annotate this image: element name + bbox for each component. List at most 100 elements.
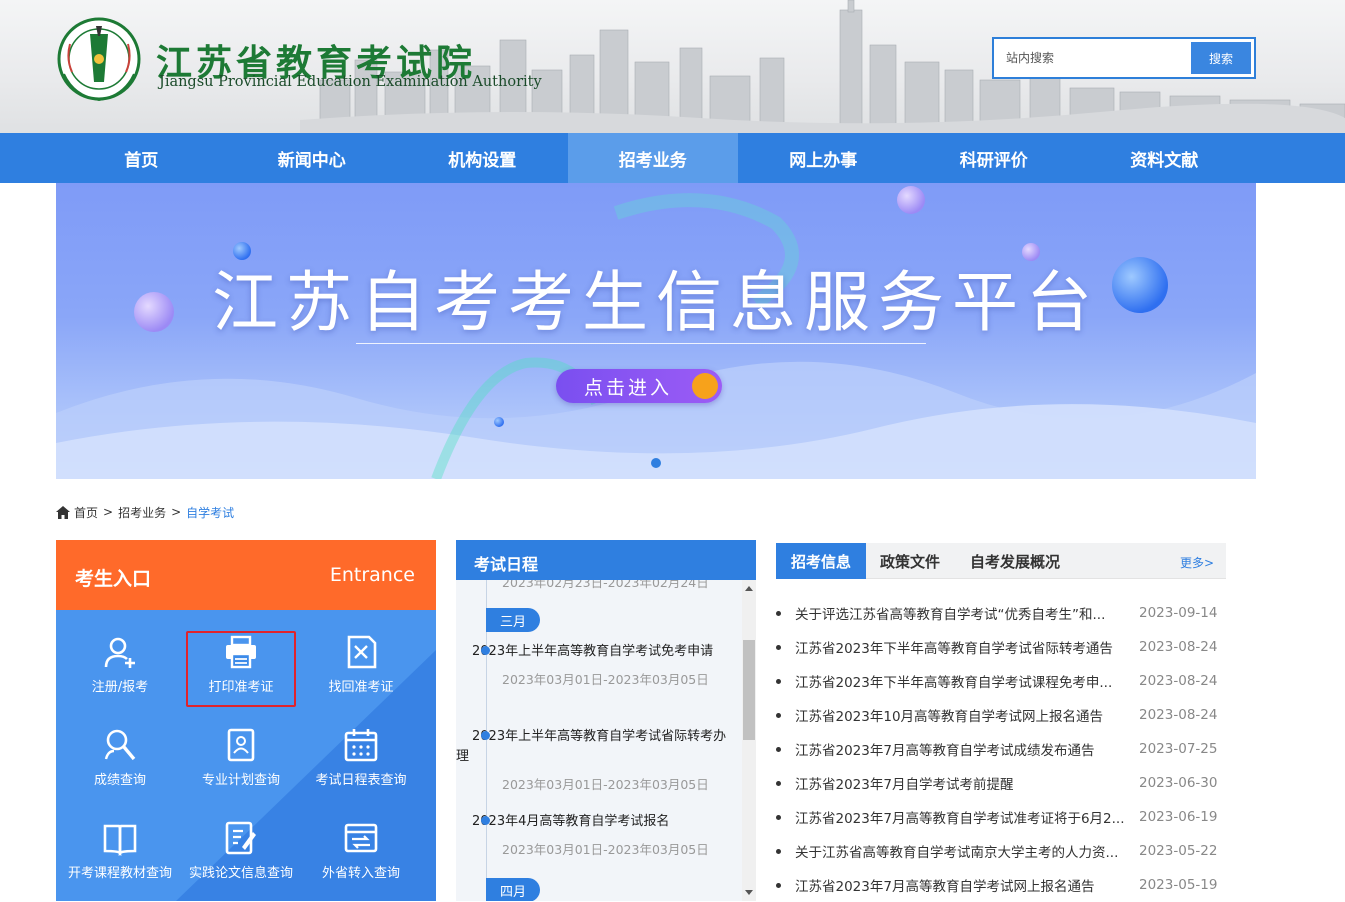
banner-divider [356, 343, 926, 344]
news-title: 江苏省2023年7月高等教育自学考试准考证将于6月2... [795, 811, 1125, 827]
nav-item-online-services[interactable]: 网上办事 [738, 133, 909, 183]
bullet-icon [776, 712, 781, 718]
news-date: 2023-06-19 [1139, 809, 1218, 825]
news-title: 江苏省2023年7月自学考试考前提醒 [795, 777, 1014, 793]
news-item[interactable]: 江苏省2023年下半年高等教育自学考试课程免考申... 2023-08-24 [776, 664, 1226, 698]
news-date: 2023-08-24 [1139, 673, 1218, 689]
breadcrumb-separator: > [103, 505, 114, 519]
schedule-scrollbar[interactable] [742, 580, 756, 901]
news-item[interactable]: 关于评选江苏省高等教育自学考试“优秀自考生”和... 2023-09-14 [776, 596, 1226, 630]
promo-banner[interactable]: 江苏自考考生信息服务平台 点击进入 [56, 183, 1256, 479]
schedule-date: 2023年03月01日-2023年03月05日 [502, 672, 709, 687]
bullet-icon [776, 678, 781, 684]
bullet-icon [776, 746, 781, 752]
news-item[interactable]: 江苏省2023年7月高等教育自学考试成绩发布通告 2023-07-25 [776, 732, 1226, 766]
schedule-item-title: 2023年4月高等教育自学考试报名 [472, 814, 670, 829]
schedule-item-title: 2023年上半年高等教育自学考试省际转考办理 [456, 729, 727, 764]
news-title: 关于评选江苏省高等教育自学考试“优秀自考生”和... [795, 607, 1106, 623]
news-title: 江苏省2023年下半年高等教育自学考试省际转考通告 [795, 641, 1113, 657]
tab-development-overview[interactable]: 自考发展概况 [970, 543, 1060, 579]
entry-exam-schedule-query[interactable]: 考试日程表查询 [301, 721, 421, 801]
scroll-thumb[interactable] [743, 640, 755, 740]
tab-policy-documents[interactable]: 政策文件 [880, 543, 940, 579]
print-ticket-highlight [186, 631, 296, 707]
entry-transfer-in-query[interactable]: 外省转入查询 [301, 814, 421, 894]
candidate-entrance-panel: 考生入口 Entrance 注册/报考 打印准考证 找回准考证 成绩查询 专业计… [56, 540, 436, 901]
news-title: 江苏省2023年7月高等教育自学考试成绩发布通告 [795, 743, 1095, 759]
enter-platform-button[interactable]: 点击进入 [556, 369, 722, 403]
more-link[interactable]: 更多> [1180, 554, 1214, 571]
news-item[interactable]: 江苏省2023年10月高等教育自学考试网上报名通告 2023-08-24 [776, 698, 1226, 732]
news-panel: 招考信息 政策文件 自考发展概况 更多> 关于评选江苏省高等教育自学考试“优秀自… [776, 540, 1226, 901]
nav-item-research[interactable]: 科研评价 [909, 133, 1080, 183]
tab-admission-info[interactable]: 招考信息 [776, 543, 867, 579]
enter-dot-icon [692, 373, 718, 399]
news-date: 2023-06-30 [1139, 775, 1218, 791]
news-date: 2023-09-14 [1139, 605, 1218, 621]
bullet-icon [776, 780, 781, 786]
entry-recover-admission-ticket[interactable]: 找回准考证 [301, 628, 421, 708]
nav-item-admissions[interactable]: 招考业务 [567, 133, 738, 183]
nav-item-home[interactable]: 首页 [56, 133, 227, 183]
nav-item-organization[interactable]: 机构设置 [397, 133, 568, 183]
entry-score-query[interactable]: 成绩查询 [60, 721, 180, 801]
bullet-icon [776, 610, 781, 616]
entry-label: 专业计划查询 [201, 773, 280, 788]
enter-button-label: 点击进入 [584, 376, 673, 399]
month-tag: 四月 [486, 878, 541, 901]
schedule-list: 2023年02月23日-2023年02月24日 三月 2023年上半年高等教育自… [456, 580, 742, 901]
entry-course-textbook-query[interactable]: 开考课程教材查询 [60, 814, 180, 894]
news-date: 2023-05-22 [1139, 843, 1218, 859]
schedule-item[interactable]: 2023年4月高等教育自学考试报名 2023年03月01日-2023年03月05… [472, 812, 736, 858]
breadcrumb-current[interactable]: 自学考试 [186, 504, 234, 521]
bullet-icon [776, 882, 781, 888]
banner-title: 江苏自考考生信息服务平台 [212, 264, 1100, 341]
breadcrumb-home[interactable]: 首页 [74, 504, 98, 521]
news-item[interactable]: 江苏省2023年7月自学考试考前提醒 2023-06-30 [776, 766, 1226, 800]
schedule-date: 2023年03月01日-2023年03月05日 [502, 842, 709, 857]
search-button[interactable]: 搜索 [1191, 42, 1251, 74]
news-tabs: 招考信息 政策文件 自考发展概况 更多> [776, 543, 1226, 579]
entrance-title: 考生入口 [75, 568, 152, 590]
timeline-dot [481, 731, 490, 740]
news-date: 2023-08-24 [1139, 639, 1218, 655]
news-title: 江苏省2023年7月高等教育自学考试网上报名通告 [795, 879, 1095, 895]
news-date: 2023-05-19 [1139, 877, 1218, 893]
user-add-icon [104, 637, 135, 668]
scroll-down-arrow-icon[interactable] [745, 890, 753, 895]
news-item[interactable]: 江苏省2023年7月高等教育自学考试网上报名通告 2023-05-19 [776, 868, 1226, 902]
site-header: 江苏省教育考试院 Jiangsu Provincial Education Ex… [0, 0, 1345, 133]
schedule-item[interactable]: 2023年上半年高等教育自学考试免考申请 2023年03月01日-2023年03… [472, 642, 736, 688]
schedule-title: 考试日程 [474, 555, 539, 574]
entry-label: 找回准考证 [328, 680, 394, 695]
news-title: 江苏省2023年下半年高等教育自学考试课程免考申... [795, 675, 1113, 691]
search-input[interactable] [998, 42, 1188, 74]
paper-edit-icon [225, 821, 256, 855]
entrance-title-en: Entrance [329, 564, 415, 586]
entrance-header: 考生入口 Entrance [56, 540, 436, 610]
bullet-icon [776, 848, 781, 854]
search-box: 搜索 [992, 37, 1256, 79]
schedule-item[interactable]: 2023年上半年高等教育自学考试省际转考办理 2023年03月01日-2023年… [456, 727, 736, 793]
file-recover-icon [347, 635, 377, 669]
exam-schedule-panel: 考试日程 2023年02月23日-2023年02月24日 三月 2023年上半年… [456, 540, 756, 901]
entry-major-plan-query[interactable]: 专业计划查询 [181, 721, 301, 801]
news-item[interactable]: 江苏省2023年下半年高等教育自学考试省际转考通告 2023-08-24 [776, 630, 1226, 664]
nav-item-news[interactable]: 新闻中心 [227, 133, 398, 183]
entry-register[interactable]: 注册/报考 [60, 628, 180, 708]
nav-item-resources[interactable]: 资料文献 [1079, 133, 1250, 183]
entry-practice-thesis-query[interactable]: 实践论文信息查询 [181, 814, 301, 894]
bullet-icon [776, 644, 781, 650]
month-tag: 三月 [486, 608, 541, 632]
news-item[interactable]: 关于江苏省高等教育自学考试南京大学主考的人力资... 2023-05-22 [776, 834, 1226, 868]
timeline-dot [481, 816, 490, 825]
news-item[interactable]: 江苏省2023年7月高等教育自学考试准考证将于6月2... 2023-06-19 [776, 800, 1226, 834]
scroll-up-arrow-icon[interactable] [745, 586, 753, 591]
news-title: 江苏省2023年10月高等教育自学考试网上报名通告 [795, 709, 1104, 725]
news-date: 2023-07-25 [1139, 741, 1218, 757]
breadcrumb-admissions[interactable]: 招考业务 [118, 504, 166, 521]
banner-pager-dot[interactable] [651, 458, 661, 468]
calendar-icon [344, 729, 378, 762]
site-logo[interactable]: 江苏省教育考试院 Jiangsu Provincial Education Ex… [56, 14, 542, 109]
schedule-item-title: 2023年上半年高等教育自学考试免考申请 [472, 644, 714, 659]
